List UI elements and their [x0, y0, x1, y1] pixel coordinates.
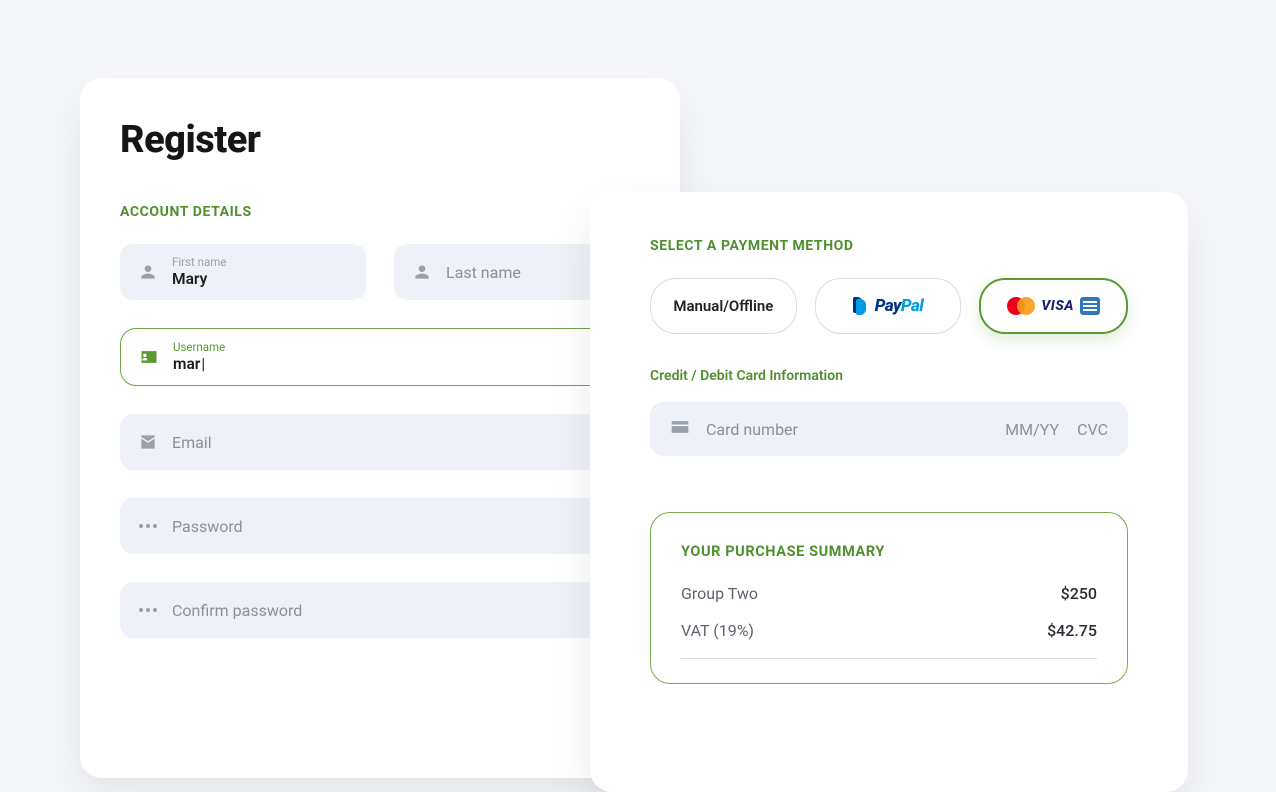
username-label: Username: [173, 340, 225, 354]
dots-icon: [138, 600, 158, 620]
card-number-field[interactable]: Card number MM/YY CVC: [650, 402, 1128, 456]
card-exp-placeholder: MM/YY: [1005, 420, 1059, 439]
first-name-label: First name: [172, 255, 226, 269]
payment-method-manual-label: Manual/Offline: [673, 297, 773, 315]
first-name-field[interactable]: First name Mary: [120, 244, 366, 300]
payment-method-paypal[interactable]: PayPal: [815, 278, 962, 334]
summary-separator: [681, 658, 1097, 659]
mail-icon: [138, 432, 158, 452]
card-number-placeholder: Card number: [706, 420, 798, 439]
purchase-summary-title: YOUR PURCHASE SUMMARY: [681, 543, 1097, 560]
password-field[interactable]: Password: [120, 498, 640, 554]
payment-method-manual[interactable]: Manual/Offline: [650, 278, 797, 334]
purchase-summary: YOUR PURCHASE SUMMARY Group Two $250 VAT…: [650, 512, 1128, 684]
username-value: mar: [173, 355, 225, 374]
cc-info-label: Credit / Debit Card Information: [650, 368, 1128, 384]
amex-icon: [1080, 297, 1100, 315]
payment-method-row: Manual/Offline PayPal VISA: [650, 278, 1128, 334]
visa-icon: VISA: [1041, 298, 1074, 314]
summary-line-item: Group Two $250: [681, 584, 1097, 603]
password-placeholder: Password: [172, 517, 243, 536]
email-field[interactable]: Email: [120, 414, 640, 470]
id-card-icon: [139, 347, 159, 367]
page-title: Register: [120, 118, 640, 162]
email-placeholder: Email: [172, 433, 212, 452]
payment-method-label: SELECT A PAYMENT METHOD: [650, 238, 1128, 254]
paypal-icon: [853, 297, 867, 315]
payment-card: SELECT A PAYMENT METHOD Manual/Offline P…: [590, 192, 1188, 792]
summary-line-vat: VAT (19%) $42.75: [681, 621, 1097, 640]
summary-vat-label: VAT (19%): [681, 621, 754, 640]
mastercard-icon: [1007, 297, 1035, 315]
first-name-value: Mary: [172, 270, 226, 289]
payment-method-cards[interactable]: VISA: [979, 278, 1128, 334]
person-icon: [138, 262, 158, 282]
confirm-password-field[interactable]: Confirm password: [120, 582, 640, 638]
username-field[interactable]: Username mar: [120, 328, 640, 386]
confirm-password-placeholder: Confirm password: [172, 601, 302, 620]
card-cvc-placeholder: CVC: [1077, 420, 1108, 439]
summary-item-price: $250: [1061, 584, 1097, 603]
dots-icon: [138, 516, 158, 536]
paypal-logo: PayPal: [875, 296, 924, 316]
summary-vat-amount: $42.75: [1047, 621, 1097, 640]
account-details-label: ACCOUNT DETAILS: [120, 204, 640, 220]
last-name-placeholder: Last name: [446, 263, 521, 282]
credit-card-icon: [670, 417, 690, 441]
person-icon: [412, 262, 432, 282]
summary-item-label: Group Two: [681, 584, 758, 603]
